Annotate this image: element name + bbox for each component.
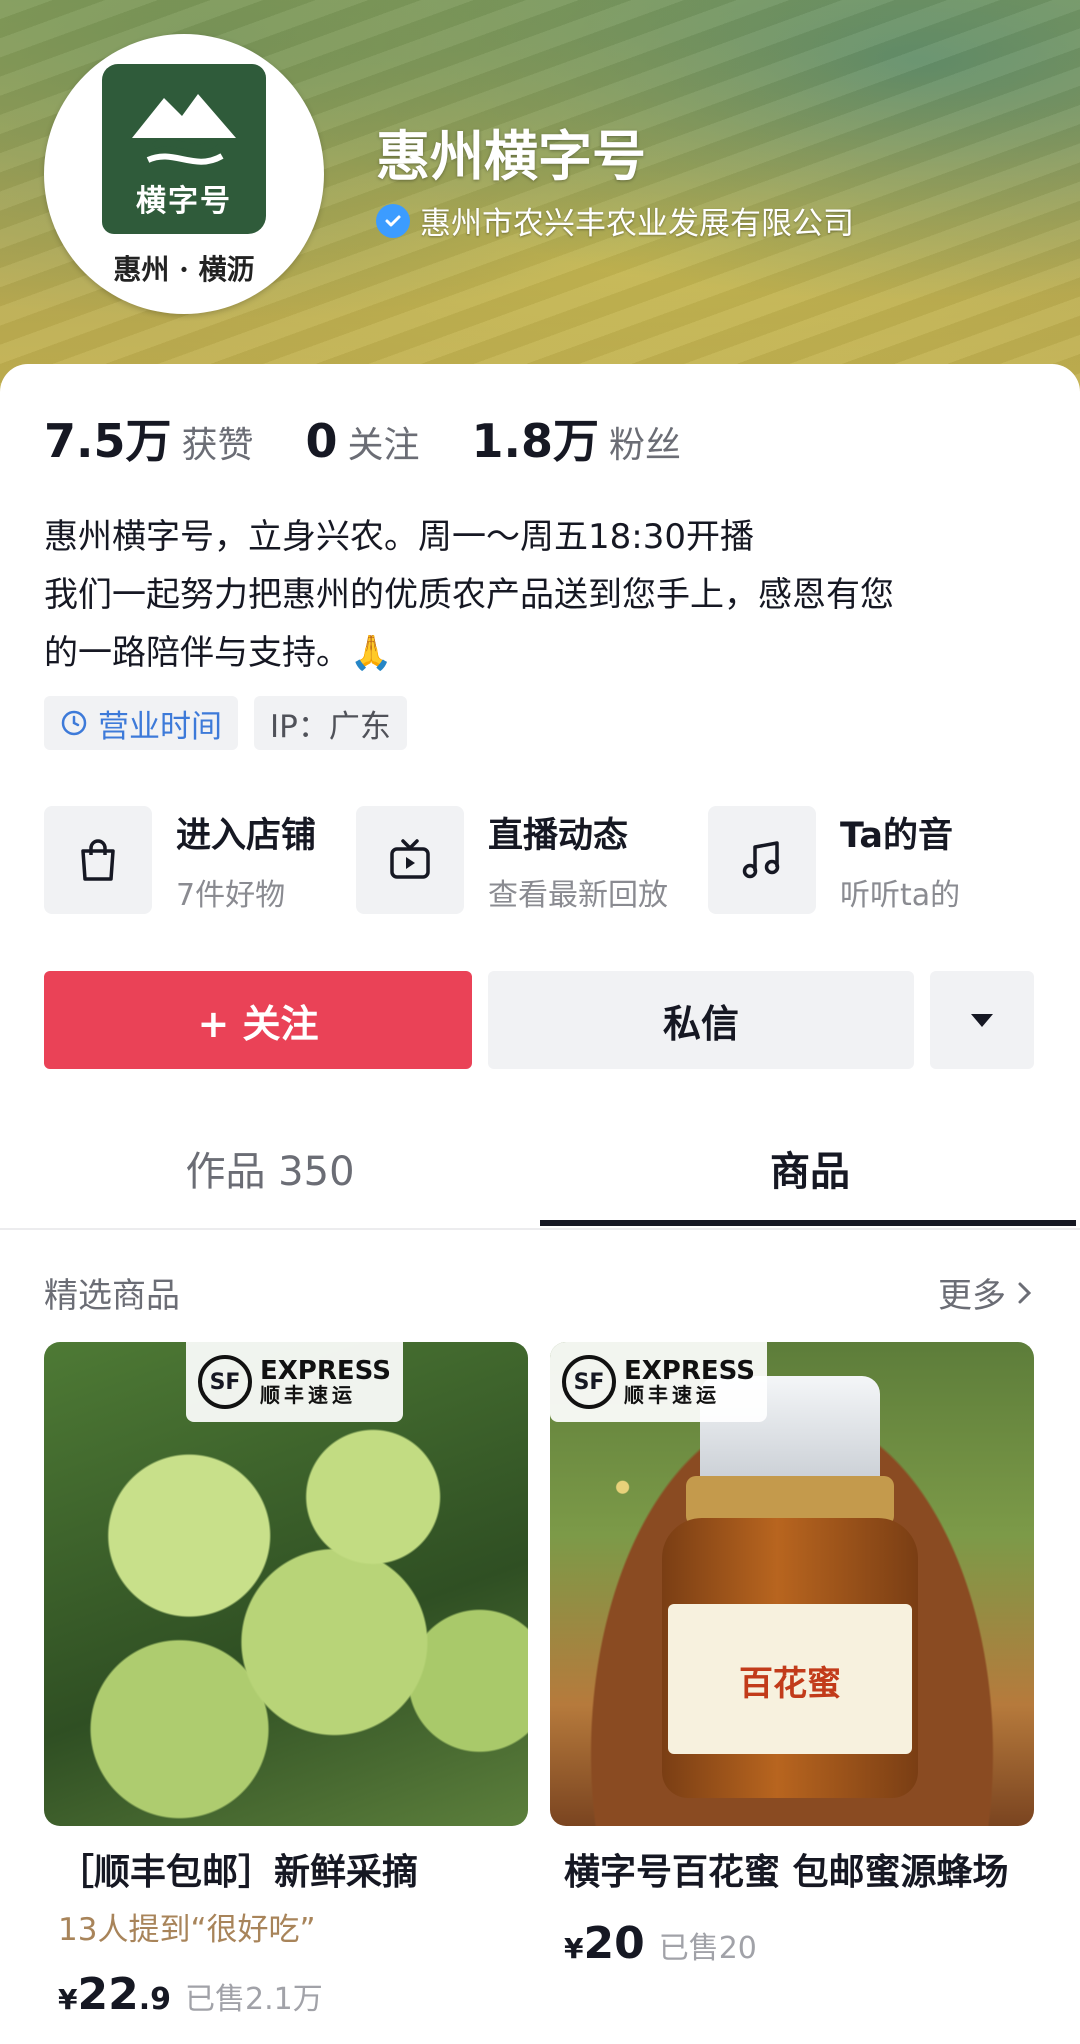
entry-live[interactable]: 直播动态 查看最新回放 xyxy=(356,806,668,914)
sf-logo-icon: SF xyxy=(198,1355,252,1409)
followers-count[interactable]: 1.8万 xyxy=(472,405,600,471)
entry-shop-sub: 7件好物 xyxy=(176,877,286,913)
shopping-bag-icon xyxy=(44,806,152,914)
profile-tabs: 作品 350 商品 xyxy=(0,1108,1080,1230)
jar-label: 百花蜜 xyxy=(668,1604,912,1754)
price-symbol: ¥ xyxy=(58,1983,78,2016)
entry-live-sub: 查看最新回放 xyxy=(488,877,669,913)
sf-badge-en: EXPRESS xyxy=(260,1356,391,1386)
tab-works[interactable]: 作品 350 xyxy=(0,1108,540,1228)
product-title[interactable]: ［顺丰包邮］新鲜采摘 xyxy=(44,1848,528,1898)
verified-org-label: 惠州市农兴丰农业发展有限公司 xyxy=(420,206,854,242)
product-card[interactable]: SF EXPRESS 顺丰速运 ［顺丰包邮］新鲜采摘 13人提到“很好吃” ¥ … xyxy=(44,1342,528,2020)
business-hours-label: 营业时间 xyxy=(98,708,222,745)
active-tab-indicator xyxy=(540,1220,1076,1226)
music-note-icon xyxy=(708,806,817,914)
following-label[interactable]: 关注 xyxy=(348,416,420,468)
verified-check-icon xyxy=(376,203,410,238)
more-goods-label: 更多 xyxy=(938,1276,1006,1316)
product-card[interactable]: 百花蜜 SF EXPRESS 顺丰速运 横字号百花蜜 包邮蜜源蜂场 ¥ 20 已… xyxy=(550,1342,1034,2020)
featured-goods-header: 精选商品 更多 xyxy=(44,1268,1036,1317)
sf-badge-en: EXPRESS xyxy=(624,1356,755,1386)
price-integer: 20 xyxy=(583,1918,645,1969)
likes-count: 7.5万 xyxy=(44,414,172,468)
more-dropdown-button[interactable] xyxy=(930,971,1034,1069)
profile-bio: 惠州横字号，立身兴农。周一～周五18:30开播 我们一起努力把惠州的优质农产品送… xyxy=(44,508,1044,682)
product-image-guava[interactable]: SF EXPRESS 顺丰速运 xyxy=(44,1342,528,1826)
ip-location-tag: IP：广东 xyxy=(254,696,407,750)
price-decimal: .9 xyxy=(138,1982,171,2017)
caret-down-icon xyxy=(971,1014,993,1027)
avatar-caption: 惠州 · 横沥 xyxy=(113,253,255,286)
more-goods-link[interactable]: 更多 xyxy=(938,1268,1036,1317)
product-review-hint: 13人提到“很好吃” xyxy=(58,1912,316,1948)
stats-row: 7.5万 获赞 0 关注 1.8万 粉丝 xyxy=(44,405,733,471)
price-symbol: ¥ xyxy=(564,1932,584,1965)
sf-badge-cn: 顺丰速运 xyxy=(260,1383,356,1407)
entry-music-title: Ta的音 xyxy=(840,815,953,856)
product-image-honey[interactable]: 百花蜜 SF EXPRESS 顺丰速运 xyxy=(550,1342,1034,1826)
product-price: ¥ 20 已售20 xyxy=(550,1918,1034,1969)
featured-goods-title: 精选商品 xyxy=(44,1276,180,1316)
entry-live-title: 直播动态 xyxy=(488,815,629,856)
product-grid: SF EXPRESS 顺丰速运 ［顺丰包邮］新鲜采摘 13人提到“很好吃” ¥ … xyxy=(44,1342,1056,2020)
profile-tags: 营业时间 IP：广东 xyxy=(44,696,423,750)
bio-line-1: 惠州横字号，立身兴农。周一～周五18:30开播 xyxy=(44,517,754,557)
sf-express-badge: SF EXPRESS 顺丰速运 xyxy=(550,1342,767,1422)
follow-button[interactable]: + 关注 xyxy=(44,971,472,1069)
verified-org[interactable]: 惠州市农兴丰农业发展有限公司 xyxy=(376,198,854,243)
jar-label-text: 百花蜜 xyxy=(739,1664,841,1704)
avatar[interactable]: 横字号 惠州 · 横沥 xyxy=(44,34,324,314)
sold-count: 已售20 xyxy=(658,1931,757,1966)
action-buttons: + 关注 私信 xyxy=(44,971,1034,1069)
profile-name: 惠州横字号 xyxy=(376,125,646,188)
avatar-logo: 横字号 xyxy=(102,64,266,234)
bio-line-3: 的一路陪伴与支持。🙏 xyxy=(44,633,393,673)
mountain-logo-icon xyxy=(132,94,236,165)
avatar-logo-text: 横字号 xyxy=(136,184,232,219)
feature-entries: 进入店铺 7件好物 直播动态 查看最新回放 Ta的音 听听ta的 xyxy=(44,806,1080,914)
message-button[interactable]: 私信 xyxy=(488,971,914,1069)
sf-logo-icon: SF xyxy=(562,1355,616,1409)
entry-shop-title: 进入店铺 xyxy=(176,815,317,856)
product-title[interactable]: 横字号百花蜜 包邮蜜源蜂场 xyxy=(550,1848,1034,1898)
product-price: ¥ 22 .9 已售2.1万 xyxy=(44,1969,528,2020)
entry-shop[interactable]: 进入店铺 7件好物 xyxy=(44,806,316,914)
price-integer: 22 xyxy=(77,1969,139,2020)
tv-icon xyxy=(356,806,465,914)
tab-goods[interactable]: 商品 xyxy=(540,1108,1080,1228)
following-count[interactable]: 0 xyxy=(306,414,338,468)
business-hours-tag[interactable]: 营业时间 xyxy=(44,696,238,750)
clock-icon xyxy=(61,710,87,736)
sf-express-badge: SF EXPRESS 顺丰速运 xyxy=(186,1342,403,1422)
sf-badge-cn: 顺丰速运 xyxy=(624,1383,720,1407)
entry-music-sub: 听听ta的 xyxy=(840,877,961,913)
sold-count: 已售2.1万 xyxy=(185,1982,323,2017)
chevron-right-icon xyxy=(1018,1282,1032,1303)
likes-label: 获赞 xyxy=(181,425,254,466)
followers-label[interactable]: 粉丝 xyxy=(609,416,681,468)
entry-music[interactable]: Ta的音 听听ta的 xyxy=(708,806,960,914)
bio-line-2: 我们一起努力把惠州的优质农产品送到您手上，感恩有您 xyxy=(44,575,894,615)
